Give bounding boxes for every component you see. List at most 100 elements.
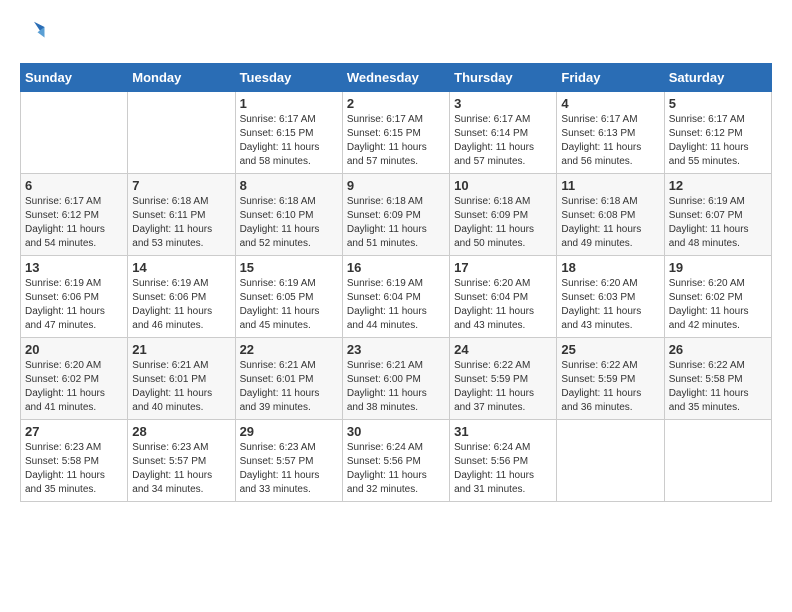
day-info: Sunrise: 6:21 AMSunset: 6:01 PMDaylight:… <box>240 359 338 415</box>
day-number: 20 <box>25 342 123 357</box>
calendar-cell: 25 Sunrise: 6:22 AMSunset: 5:59 PMDayligh… <box>557 338 664 420</box>
weekday-header: Monday <box>128 64 235 92</box>
day-info: Sunrise: 6:22 AMSunset: 5:59 PMDaylight:… <box>454 359 552 415</box>
logo-icon <box>20 20 48 48</box>
day-number: 15 <box>240 260 338 275</box>
day-number: 18 <box>561 260 659 275</box>
day-info: Sunrise: 6:17 AMSunset: 6:13 PMDaylight:… <box>561 113 659 169</box>
weekday-header: Wednesday <box>342 64 449 92</box>
calendar-header-row: SundayMondayTuesdayWednesdayThursdayFrid… <box>21 64 772 92</box>
calendar-cell <box>557 420 664 502</box>
calendar-cell: 24 Sunrise: 6:22 AMSunset: 5:59 PMDayligh… <box>450 338 557 420</box>
day-number: 14 <box>132 260 230 275</box>
day-info: Sunrise: 6:18 AMSunset: 6:10 PMDaylight:… <box>240 195 338 251</box>
calendar-cell: 9 Sunrise: 6:18 AMSunset: 6:09 PMDaylight… <box>342 174 449 256</box>
day-number: 12 <box>669 178 767 193</box>
day-number: 3 <box>454 96 552 111</box>
calendar-cell: 12Sunrise: 6:19 AMSunset: 6:07 PMDayligh… <box>664 174 771 256</box>
calendar-week-row: 20 Sunrise: 6:20 AMSunset: 6:02 PMDayligh… <box>21 338 772 420</box>
calendar-cell: 22 Sunrise: 6:21 AMSunset: 6:01 PMDayligh… <box>235 338 342 420</box>
page-header <box>20 20 772 48</box>
calendar-cell: 20 Sunrise: 6:20 AMSunset: 6:02 PMDayligh… <box>21 338 128 420</box>
calendar-cell <box>128 92 235 174</box>
calendar-cell: 21 Sunrise: 6:21 AMSunset: 6:01 PMDayligh… <box>128 338 235 420</box>
calendar-cell: 16 Sunrise: 6:19 AMSunset: 6:04 PMDayligh… <box>342 256 449 338</box>
day-info: Sunrise: 6:18 AMSunset: 6:11 PMDaylight:… <box>132 195 230 251</box>
day-number: 16 <box>347 260 445 275</box>
day-number: 9 <box>347 178 445 193</box>
calendar-cell: 17 Sunrise: 6:20 AMSunset: 6:04 PMDayligh… <box>450 256 557 338</box>
calendar-week-row: 13 Sunrise: 6:19 AMSunset: 6:06 PMDayligh… <box>21 256 772 338</box>
weekday-header: Friday <box>557 64 664 92</box>
day-number: 31 <box>454 424 552 439</box>
day-info: Sunrise: 6:18 AMSunset: 6:08 PMDaylight:… <box>561 195 659 251</box>
day-number: 8 <box>240 178 338 193</box>
calendar-cell: 30 Sunrise: 6:24 AMSunset: 5:56 PMDayligh… <box>342 420 449 502</box>
weekday-header: Thursday <box>450 64 557 92</box>
day-number: 21 <box>132 342 230 357</box>
calendar-cell <box>664 420 771 502</box>
calendar-cell: 31Sunrise: 6:24 AMSunset: 5:56 PMDayligh… <box>450 420 557 502</box>
weekday-header: Tuesday <box>235 64 342 92</box>
day-info: Sunrise: 6:18 AMSunset: 6:09 PMDaylight:… <box>347 195 445 251</box>
day-info: Sunrise: 6:20 AMSunset: 6:02 PMDaylight:… <box>25 359 123 415</box>
day-info: Sunrise: 6:21 AMSunset: 6:01 PMDaylight:… <box>132 359 230 415</box>
day-info: Sunrise: 6:20 AMSunset: 6:03 PMDaylight:… <box>561 277 659 333</box>
calendar-table: SundayMondayTuesdayWednesdayThursdayFrid… <box>20 63 772 502</box>
day-number: 28 <box>132 424 230 439</box>
day-info: Sunrise: 6:18 AMSunset: 6:09 PMDaylight:… <box>454 195 552 251</box>
day-number: 7 <box>132 178 230 193</box>
day-number: 1 <box>240 96 338 111</box>
calendar-cell: 19Sunrise: 6:20 AMSunset: 6:02 PMDayligh… <box>664 256 771 338</box>
day-number: 11 <box>561 178 659 193</box>
calendar-cell: 2Sunrise: 6:17 AMSunset: 6:15 PMDaylight… <box>342 92 449 174</box>
weekday-header: Sunday <box>21 64 128 92</box>
day-number: 27 <box>25 424 123 439</box>
day-number: 10 <box>454 178 552 193</box>
calendar-cell: 27Sunrise: 6:23 AMSunset: 5:58 PMDayligh… <box>21 420 128 502</box>
day-number: 30 <box>347 424 445 439</box>
calendar-cell: 5Sunrise: 6:17 AMSunset: 6:12 PMDaylight… <box>664 92 771 174</box>
day-info: Sunrise: 6:19 AMSunset: 6:06 PMDaylight:… <box>25 277 123 333</box>
calendar-cell: 1Sunrise: 6:17 AMSunset: 6:15 PMDaylight… <box>235 92 342 174</box>
day-number: 22 <box>240 342 338 357</box>
weekday-header: Saturday <box>664 64 771 92</box>
day-info: Sunrise: 6:20 AMSunset: 6:04 PMDaylight:… <box>454 277 552 333</box>
day-number: 17 <box>454 260 552 275</box>
day-number: 4 <box>561 96 659 111</box>
day-info: Sunrise: 6:24 AMSunset: 5:56 PMDaylight:… <box>347 441 445 497</box>
day-number: 24 <box>454 342 552 357</box>
calendar-cell: 14 Sunrise: 6:19 AMSunset: 6:06 PMDayligh… <box>128 256 235 338</box>
calendar-cell: 7 Sunrise: 6:18 AMSunset: 6:11 PMDaylight… <box>128 174 235 256</box>
day-info: Sunrise: 6:19 AMSunset: 6:05 PMDaylight:… <box>240 277 338 333</box>
calendar-cell <box>21 92 128 174</box>
calendar-cell: 6 Sunrise: 6:17 AMSunset: 6:12 PMDaylight… <box>21 174 128 256</box>
calendar-cell: 28 Sunrise: 6:23 AMSunset: 5:57 PMDayligh… <box>128 420 235 502</box>
day-info: Sunrise: 6:22 AMSunset: 5:59 PMDaylight:… <box>561 359 659 415</box>
day-info: Sunrise: 6:20 AMSunset: 6:02 PMDaylight:… <box>669 277 767 333</box>
day-info: Sunrise: 6:23 AMSunset: 5:57 PMDaylight:… <box>132 441 230 497</box>
calendar-cell: 13 Sunrise: 6:19 AMSunset: 6:06 PMDayligh… <box>21 256 128 338</box>
calendar-cell: 10 Sunrise: 6:18 AMSunset: 6:09 PMDayligh… <box>450 174 557 256</box>
day-info: Sunrise: 6:21 AMSunset: 6:00 PMDaylight:… <box>347 359 445 415</box>
day-number: 23 <box>347 342 445 357</box>
day-info: Sunrise: 6:17 AMSunset: 6:12 PMDaylight:… <box>25 195 123 251</box>
day-info: Sunrise: 6:19 AMSunset: 6:06 PMDaylight:… <box>132 277 230 333</box>
day-info: Sunrise: 6:23 AMSunset: 5:57 PMDaylight:… <box>240 441 338 497</box>
calendar-cell: 26Sunrise: 6:22 AMSunset: 5:58 PMDayligh… <box>664 338 771 420</box>
day-info: Sunrise: 6:19 AMSunset: 6:04 PMDaylight:… <box>347 277 445 333</box>
day-number: 25 <box>561 342 659 357</box>
day-number: 13 <box>25 260 123 275</box>
day-info: Sunrise: 6:17 AMSunset: 6:14 PMDaylight:… <box>454 113 552 169</box>
calendar-cell: 29Sunrise: 6:23 AMSunset: 5:57 PMDayligh… <box>235 420 342 502</box>
calendar-cell: 3 Sunrise: 6:17 AMSunset: 6:14 PMDaylight… <box>450 92 557 174</box>
calendar-cell: 4 Sunrise: 6:17 AMSunset: 6:13 PMDaylight… <box>557 92 664 174</box>
logo <box>20 20 52 48</box>
day-number: 5 <box>669 96 767 111</box>
calendar-week-row: 6 Sunrise: 6:17 AMSunset: 6:12 PMDaylight… <box>21 174 772 256</box>
day-info: Sunrise: 6:22 AMSunset: 5:58 PMDaylight:… <box>669 359 767 415</box>
day-number: 6 <box>25 178 123 193</box>
calendar-cell: 23 Sunrise: 6:21 AMSunset: 6:00 PMDayligh… <box>342 338 449 420</box>
calendar-cell: 18 Sunrise: 6:20 AMSunset: 6:03 PMDayligh… <box>557 256 664 338</box>
calendar-week-row: 27Sunrise: 6:23 AMSunset: 5:58 PMDayligh… <box>21 420 772 502</box>
